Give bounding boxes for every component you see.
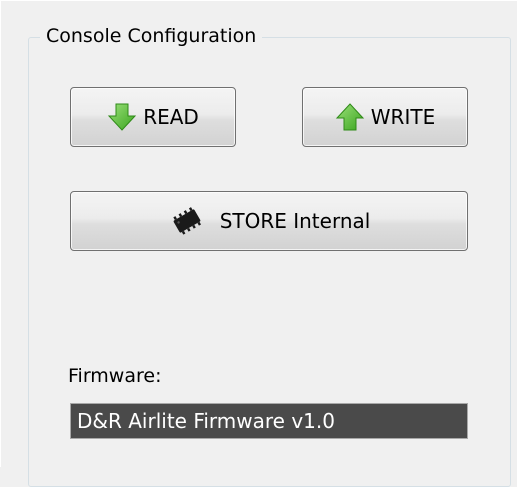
read-button[interactable]: READ [70,87,236,147]
firmware-version-field: D&R Airlite Firmware v1.0 [70,403,468,439]
group-title: Console Configuration [40,22,263,50]
firmware-label: Firmware: [68,365,162,387]
write-button-label: WRITE [370,105,436,129]
store-internal-button-label: STORE Internal [219,209,371,233]
arrow-up-icon [335,102,365,132]
read-button-label: READ [143,105,199,129]
store-internal-button[interactable]: STORE Internal [70,191,468,251]
chip-icon [168,207,206,235]
write-button[interactable]: WRITE [302,87,468,147]
arrow-down-icon [107,102,137,132]
